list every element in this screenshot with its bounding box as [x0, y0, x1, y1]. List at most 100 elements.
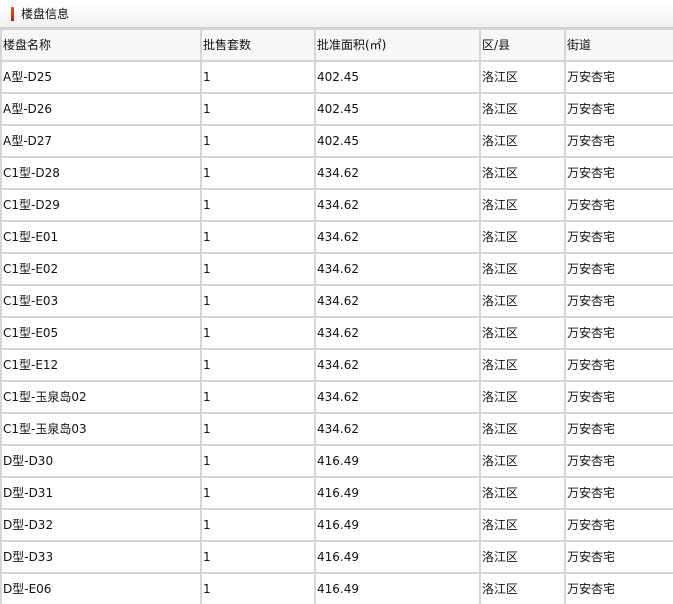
- cell-units: 1: [200, 412, 316, 446]
- panel-title: 楼盘信息: [21, 7, 70, 21]
- cell-name: D型-E06: [0, 572, 202, 604]
- cell-area: 434.62: [314, 252, 481, 286]
- cell-street: 万安杏宅: [564, 348, 673, 382]
- table-body: A型-D25 1 402.45 洛江区 万安杏宅 A型-D26 1 402.45 洛江区 万安杏宅…: [0, 60, 673, 604]
- cell-district: 洛江区: [479, 348, 566, 382]
- cell-units: 1: [200, 476, 316, 510]
- cell-area: 416.49: [314, 540, 481, 574]
- cell-units: 1: [200, 540, 316, 574]
- table-row: C1型-玉泉岛03 1 434.62 洛江区 万安杏宅: [0, 412, 673, 446]
- cell-name: D型-D32: [0, 508, 202, 542]
- cell-units: 1: [200, 348, 316, 382]
- cell-district: 洛江区: [479, 92, 566, 126]
- cell-name: A型-D25: [0, 60, 202, 94]
- cell-district: 洛江区: [479, 124, 566, 158]
- column-header-name: 楼盘名称: [0, 28, 202, 62]
- cell-area: 416.49: [314, 508, 481, 542]
- table-row: C1型-E05 1 434.62 洛江区 万安杏宅: [0, 316, 673, 350]
- cell-district: 洛江区: [479, 508, 566, 542]
- cell-area: 434.62: [314, 316, 481, 350]
- cell-units: 1: [200, 188, 316, 222]
- cell-area: 416.49: [314, 476, 481, 510]
- table-row: D型-D31 1 416.49 洛江区 万安杏宅: [0, 476, 673, 510]
- table-row: A型-D26 1 402.45 洛江区 万安杏宅: [0, 92, 673, 126]
- cell-street: 万安杏宅: [564, 252, 673, 286]
- cell-units: 1: [200, 124, 316, 158]
- cell-street: 万安杏宅: [564, 572, 673, 604]
- cell-area: 402.45: [314, 60, 481, 94]
- cell-area: 434.62: [314, 348, 481, 382]
- column-header-street: 街道: [564, 28, 673, 62]
- table-row: C1型-E01 1 434.62 洛江区 万安杏宅: [0, 220, 673, 254]
- cell-name: A型-D26: [0, 92, 202, 126]
- cell-street: 万安杏宅: [564, 444, 673, 478]
- cell-units: 1: [200, 572, 316, 604]
- property-info-panel: 楼盘信息 楼盘名称 批售套数 批准面积(㎡) 区/县 街道 A型-D25 1 402…: [0, 0, 673, 604]
- cell-name: C1型-E03: [0, 284, 202, 318]
- cell-units: 1: [200, 508, 316, 542]
- cell-area: 434.62: [314, 412, 481, 446]
- cell-district: 洛江区: [479, 316, 566, 350]
- cell-area: 434.62: [314, 188, 481, 222]
- cell-street: 万安杏宅: [564, 476, 673, 510]
- cell-district: 洛江区: [479, 220, 566, 254]
- cell-street: 万安杏宅: [564, 508, 673, 542]
- table-row: D型-E06 1 416.49 洛江区 万安杏宅: [0, 572, 673, 604]
- table-row: C1型-E02 1 434.62 洛江区 万安杏宅: [0, 252, 673, 286]
- column-header-units: 批售套数: [200, 28, 316, 62]
- cell-street: 万安杏宅: [564, 60, 673, 94]
- cell-name: C1型-E01: [0, 220, 202, 254]
- cell-area: 434.62: [314, 220, 481, 254]
- cell-district: 洛江区: [479, 572, 566, 604]
- table-row: D型-D33 1 416.49 洛江区 万安杏宅: [0, 540, 673, 574]
- cell-district: 洛江区: [479, 380, 566, 414]
- cell-units: 1: [200, 444, 316, 478]
- cell-district: 洛江区: [479, 156, 566, 190]
- table-row: C1型-E12 1 434.62 洛江区 万安杏宅: [0, 348, 673, 382]
- cell-units: 1: [200, 380, 316, 414]
- table-row: A型-D25 1 402.45 洛江区 万安杏宅: [0, 60, 673, 94]
- cell-area: 416.49: [314, 572, 481, 604]
- cell-name: C1型-E02: [0, 252, 202, 286]
- cell-units: 1: [200, 220, 316, 254]
- table-header-row: 楼盘名称 批售套数 批准面积(㎡) 区/县 街道: [0, 28, 673, 62]
- cell-street: 万安杏宅: [564, 316, 673, 350]
- cell-area: 402.45: [314, 124, 481, 158]
- cell-units: 1: [200, 284, 316, 318]
- cell-area: 434.62: [314, 380, 481, 414]
- cell-units: 1: [200, 60, 316, 94]
- cell-district: 洛江区: [479, 284, 566, 318]
- column-header-district: 区/县: [479, 28, 566, 62]
- title-accent-bar-icon: [11, 7, 14, 21]
- cell-street: 万安杏宅: [564, 380, 673, 414]
- table-row: C1型-D28 1 434.62 洛江区 万安杏宅: [0, 156, 673, 190]
- cell-units: 1: [200, 92, 316, 126]
- cell-name: C1型-玉泉岛02: [0, 380, 202, 414]
- cell-name: C1型-D29: [0, 188, 202, 222]
- cell-units: 1: [200, 252, 316, 286]
- cell-units: 1: [200, 316, 316, 350]
- cell-street: 万安杏宅: [564, 92, 673, 126]
- table-row: A型-D27 1 402.45 洛江区 万安杏宅: [0, 124, 673, 158]
- panel-header: 楼盘信息: [0, 0, 673, 28]
- cell-street: 万安杏宅: [564, 124, 673, 158]
- cell-street: 万安杏宅: [564, 156, 673, 190]
- table-row: D型-D32 1 416.49 洛江区 万安杏宅: [0, 508, 673, 542]
- cell-area: 434.62: [314, 156, 481, 190]
- cell-name: C1型-E12: [0, 348, 202, 382]
- cell-street: 万安杏宅: [564, 540, 673, 574]
- cell-name: A型-D27: [0, 124, 202, 158]
- cell-district: 洛江区: [479, 252, 566, 286]
- cell-district: 洛江区: [479, 444, 566, 478]
- cell-street: 万安杏宅: [564, 284, 673, 318]
- column-header-area: 批准面积(㎡): [314, 28, 481, 62]
- cell-district: 洛江区: [479, 60, 566, 94]
- cell-name: C1型-玉泉岛03: [0, 412, 202, 446]
- cell-street: 万安杏宅: [564, 220, 673, 254]
- cell-area: 402.45: [314, 92, 481, 126]
- cell-units: 1: [200, 156, 316, 190]
- cell-name: D型-D33: [0, 540, 202, 574]
- table-row: C1型-E03 1 434.62 洛江区 万安杏宅: [0, 284, 673, 318]
- property-table: 楼盘名称 批售套数 批准面积(㎡) 区/县 街道 A型-D25 1 402.45 洛江…: [0, 28, 673, 604]
- table-row: D型-D30 1 416.49 洛江区 万安杏宅: [0, 444, 673, 478]
